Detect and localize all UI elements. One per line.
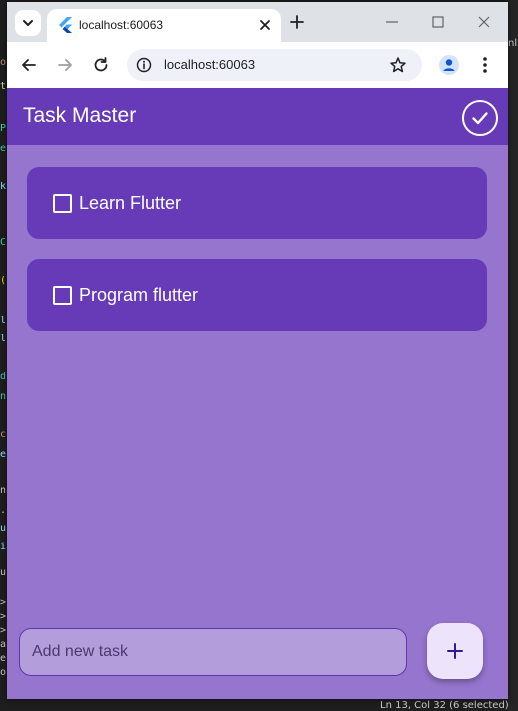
- plus-icon: [447, 643, 463, 659]
- check-circle-icon: [472, 112, 488, 125]
- address-text: localhost:60063: [164, 57, 256, 72]
- add-task-button[interactable]: [427, 623, 483, 679]
- tab-search-button[interactable]: [15, 10, 41, 36]
- kebab-menu-icon[interactable]: [477, 55, 493, 75]
- info-icon[interactable]: [136, 57, 152, 73]
- profile-icon[interactable]: [439, 55, 459, 75]
- task-label: Learn Flutter: [79, 193, 182, 213]
- task-checkbox[interactable]: [53, 194, 72, 213]
- app-bar: Task Master: [7, 88, 508, 145]
- tab-strip: localhost:60063: [7, 2, 508, 42]
- ide-panel-label: nl: [508, 38, 518, 49]
- new-task-input[interactable]: [19, 628, 407, 676]
- ide-status-bar: Ln 13, Col 32 (6 selected): [380, 700, 509, 711]
- app-viewport: Task Master Learn Flutter Program flutte…: [7, 88, 508, 699]
- page-title: Task Master: [23, 104, 137, 127]
- browser-toolbar: localhost:60063: [7, 42, 508, 88]
- arrow-left-icon[interactable]: [19, 55, 39, 75]
- tab-title: localhost:60063: [79, 18, 164, 32]
- browser-tab[interactable]: localhost:60063: [47, 9, 281, 42]
- maximize-icon[interactable]: [428, 12, 448, 32]
- reload-icon[interactable]: [91, 55, 111, 75]
- browser-window: localhost:60063 localhost:60063 Task Mas…: [7, 2, 508, 699]
- star-icon[interactable]: [389, 56, 407, 74]
- address-bar[interactable]: localhost:60063: [127, 49, 422, 81]
- complete-all-button[interactable]: [462, 100, 498, 136]
- close-window-icon[interactable]: [474, 12, 494, 32]
- plus-icon[interactable]: [288, 13, 306, 31]
- task-checkbox[interactable]: [53, 286, 72, 305]
- arrow-right-icon[interactable]: [55, 55, 75, 75]
- ide-right-panel: [508, 0, 518, 711]
- flutter-icon: [59, 17, 72, 33]
- chevron-down-icon: [23, 20, 33, 26]
- minimize-icon[interactable]: [382, 12, 402, 32]
- task-item[interactable]: Program flutter: [27, 259, 487, 331]
- task-label: Program flutter: [79, 285, 199, 305]
- task-item[interactable]: Learn Flutter: [27, 167, 487, 239]
- close-icon[interactable]: [257, 17, 273, 33]
